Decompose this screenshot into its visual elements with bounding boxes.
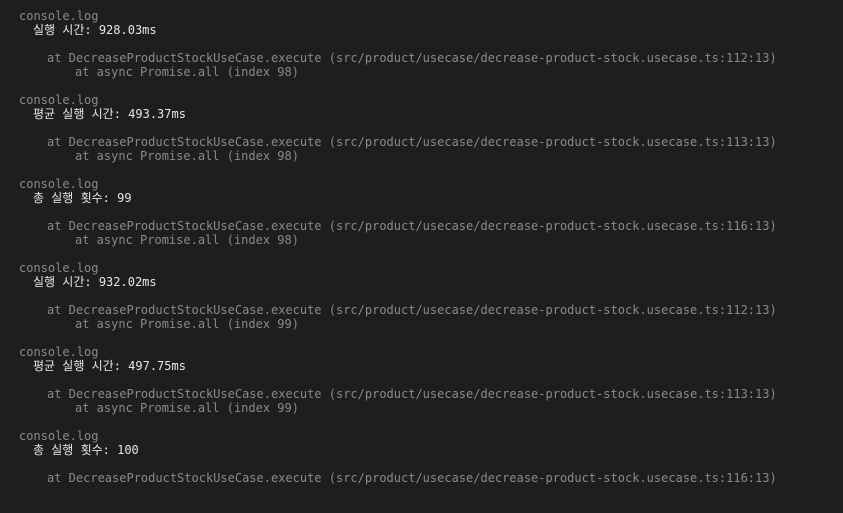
log-source: console.log	[19, 429, 99, 443]
log-message: 평균 실행 시간: 493.37ms	[33, 107, 186, 121]
log-message: 총 실행 횟수: 99	[33, 191, 132, 205]
stack-trace-async: at async Promise.all (index 98)	[75, 233, 299, 247]
log-entry: console.log 실행 시간: 928.03ms at DecreaseP…	[0, 9, 843, 93]
stack-trace-line: at DecreaseProductStockUseCase.execute (…	[47, 471, 777, 485]
log-entry: console.log 총 실행 횟수: 99 at DecreaseProdu…	[0, 177, 843, 261]
log-entry: console.log 총 실행 횟수: 100 at DecreaseProd…	[0, 429, 843, 513]
stack-trace-async: at async Promise.all (index 98)	[75, 65, 299, 79]
stack-trace-line: at DecreaseProductStockUseCase.execute (…	[47, 219, 777, 233]
log-source: console.log	[19, 9, 99, 23]
log-message: 실행 시간: 928.03ms	[33, 23, 157, 37]
stack-trace-line: at DecreaseProductStockUseCase.execute (…	[47, 135, 777, 149]
log-source: console.log	[19, 345, 99, 359]
stack-trace-line: at DecreaseProductStockUseCase.execute (…	[47, 303, 777, 317]
log-message: 실행 시간: 932.02ms	[33, 275, 157, 289]
log-entry: console.log 평균 실행 시간: 493.37ms at Decrea…	[0, 93, 843, 177]
stack-trace-async: at async Promise.all (index 98)	[75, 149, 299, 163]
log-entry: console.log 실행 시간: 932.02ms at DecreaseP…	[0, 261, 843, 345]
log-message: 총 실행 횟수: 100	[33, 443, 139, 457]
stack-trace-async: at async Promise.all (index 99)	[75, 317, 299, 331]
log-message: 평균 실행 시간: 497.75ms	[33, 359, 186, 373]
stack-trace-line: at DecreaseProductStockUseCase.execute (…	[47, 51, 777, 65]
log-source: console.log	[19, 177, 99, 191]
log-source: console.log	[19, 261, 99, 275]
console-output: console.log 실행 시간: 928.03ms at DecreaseP…	[0, 0, 843, 491]
log-entry: console.log 평균 실행 시간: 497.75ms at Decrea…	[0, 345, 843, 429]
stack-trace-async: at async Promise.all (index 99)	[75, 401, 299, 415]
log-source: console.log	[19, 93, 99, 107]
stack-trace-line: at DecreaseProductStockUseCase.execute (…	[47, 387, 777, 401]
